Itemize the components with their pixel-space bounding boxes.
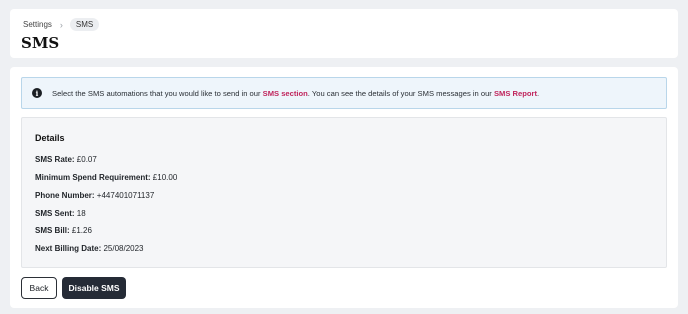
- detail-row-minimum-spend: Minimum Spend Requirement: £10.00: [35, 173, 177, 182]
- detail-value: +447401071137: [96, 191, 155, 200]
- detail-value: £0.07: [76, 155, 97, 164]
- info-icon: i: [32, 88, 42, 98]
- details-panel: Details SMS Rate: £0.07 Minimum Spend Re…: [21, 117, 667, 268]
- breadcrumb-item-sms: SMS: [69, 18, 100, 31]
- page-title: SMS: [21, 34, 60, 52]
- detail-row-next-billing-date: Next Billing Date: 25/08/2023: [35, 244, 144, 253]
- info-text: Select the SMS automations that you woul…: [52, 89, 539, 98]
- back-button[interactable]: Back: [21, 277, 57, 299]
- breadcrumb-item-settings[interactable]: Settings: [23, 20, 52, 29]
- detail-label: SMS Sent:: [35, 209, 75, 218]
- chevron-right-icon: ›: [59, 19, 63, 30]
- info-text-after: .: [537, 88, 540, 98]
- detail-label: Next Billing Date:: [35, 244, 102, 253]
- info-text-middle: . You can see the details of your SMS me…: [307, 88, 494, 98]
- disable-sms-button[interactable]: Disable SMS: [62, 277, 126, 299]
- details-heading: Details: [35, 133, 65, 143]
- detail-value: 18: [76, 209, 86, 218]
- main-card: i Select the SMS automations that you wo…: [10, 67, 678, 308]
- detail-value: £10.00: [152, 173, 178, 182]
- breadcrumb: Settings › SMS: [23, 18, 100, 31]
- detail-value: 25/08/2023: [103, 244, 144, 253]
- info-banner: i Select the SMS automations that you wo…: [21, 77, 667, 109]
- sms-report-link[interactable]: SMS Report: [494, 89, 537, 98]
- page-header: Settings › SMS SMS: [10, 9, 678, 58]
- detail-row-sms-rate: SMS Rate: £0.07: [35, 155, 97, 164]
- detail-label: SMS Rate:: [35, 155, 75, 164]
- sms-section-link[interactable]: SMS section: [263, 89, 308, 98]
- detail-row-sms-sent: SMS Sent: 18: [35, 209, 86, 218]
- detail-label: Phone Number:: [35, 191, 95, 200]
- detail-value: £1.26: [71, 226, 92, 235]
- detail-label: Minimum Spend Requirement:: [35, 173, 151, 182]
- detail-row-phone-number: Phone Number: +447401071137: [35, 191, 154, 200]
- detail-label: SMS Bill:: [35, 226, 70, 235]
- info-text-before: Select the SMS automations that you woul…: [52, 88, 263, 98]
- detail-row-sms-bill: SMS Bill: £1.26: [35, 226, 92, 235]
